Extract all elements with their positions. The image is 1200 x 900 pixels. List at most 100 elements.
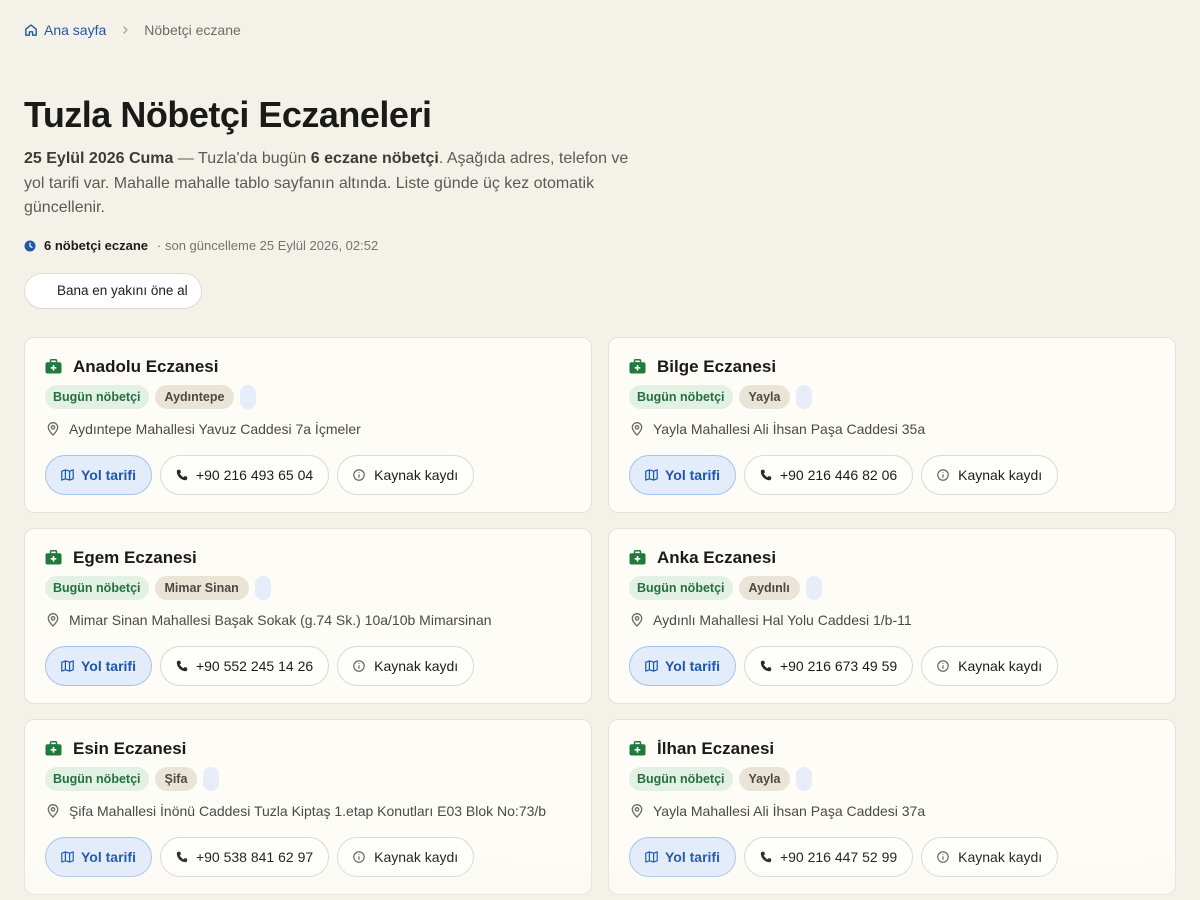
info-icon [353,468,365,481]
address-row: Yayla Mahallesi Ali İhsan Paşa Caddesi 3… [629,419,1155,439]
distance-badge [203,766,220,791]
first-aid-kit-icon [45,741,62,756]
source-record-button[interactable]: Kaynak kaydı [921,836,1059,877]
first-aid-kit-icon [629,359,646,374]
distance-badge [254,575,271,600]
breadcrumb: Ana sayfa Nöbetçi eczane [24,19,1176,41]
source-record-button[interactable]: Kaynak kaydı [337,836,475,877]
map-icon [61,659,74,672]
duty-badge: Bugün nöbetçi [629,766,733,791]
source-record-label: Kaynak kaydı [374,657,459,674]
intro-count: 6 eczane nöbetçi [310,150,439,167]
card-actions: Yol tarifi +90 216 446 82 06 Kaynak kayd… [629,454,1155,495]
page: Ana sayfa Nöbetçi eczane Tuzla Nöbetçi E… [0,19,1200,895]
phone-icon [760,660,772,671]
card-header: Anadolu Eczanesi [45,357,571,377]
duty-badge: Bugün nöbetçi [629,575,733,600]
call-button[interactable]: +90 216 447 52 99 [743,836,914,877]
duty-badge: Bugün nöbetçi [45,575,149,600]
map-pin-icon [47,421,59,436]
tag-row: Bugün nöbetçi Şifa [45,766,571,791]
call-button[interactable]: +90 552 245 14 26 [159,645,330,686]
source-record-button[interactable]: Kaynak kaydı [921,645,1059,686]
pharmacy-address: Aydınlı Mahallesi Hal Yolu Caddesi 1/b-1… [653,611,912,628]
map-pin-icon [631,803,643,818]
breadcrumb-home-link[interactable]: Ana sayfa [24,22,106,38]
pharmacy-address: Yayla Mahallesi Ali İhsan Paşa Caddesi 3… [653,802,926,819]
first-aid-kit-icon [45,359,62,374]
directions-button[interactable]: Yol tarifi [629,645,736,686]
source-record-label: Kaynak kaydı [374,848,459,865]
card-actions: Yol tarifi +90 552 245 14 26 Kaynak kayd… [45,645,571,686]
card-header: Egem Eczanesi [45,548,571,568]
pharmacy-address: Yayla Mahallesi Ali İhsan Paşa Caddesi 3… [653,420,926,437]
distance-badge [796,766,813,791]
pharmacy-name: Egem Eczanesi [73,547,197,567]
card-header: Anka Eczanesi [629,548,1155,568]
directions-button[interactable]: Yol tarifi [629,454,736,495]
first-aid-kit-icon [629,550,646,565]
tag-row: Bugün nöbetçi Mimar Sinan [45,575,571,600]
directions-button[interactable]: Yol tarifi [45,454,152,495]
first-aid-kit-icon [45,550,62,565]
tag-row: Bugün nöbetçi Yayla [629,384,1155,409]
breadcrumb-current: Nöbetçi eczane [144,22,241,38]
call-button[interactable]: +90 538 841 62 97 [159,836,330,877]
neighborhood-badge: Aydınlı [738,575,800,600]
address-row: Şifa Mahallesi İnönü Caddesi Tuzla Kipta… [45,801,571,821]
source-record-label: Kaynak kaydı [958,466,1043,483]
source-record-button[interactable]: Kaynak kaydı [921,454,1059,495]
directions-label: Yol tarifi [81,848,136,865]
phone-icon [176,851,188,862]
call-button[interactable]: +90 216 493 65 04 [159,454,330,495]
directions-button[interactable]: Yol tarifi [45,836,152,877]
map-pin-icon [47,612,59,627]
phone-number: +90 216 673 49 59 [779,657,898,674]
directions-label: Yol tarifi [665,657,720,674]
directions-button[interactable]: Yol tarifi [45,645,152,686]
page-title: Tuzla Nöbetçi Eczaneleri [24,94,432,135]
pharmacy-card: Anadolu Eczanesi Bugün nöbetçi Aydıntepe… [24,336,592,513]
phone-icon [176,469,188,480]
phone-number: +90 216 447 52 99 [779,848,898,865]
home-icon [25,24,37,36]
pharmacy-name: İlhan Eczanesi [657,738,775,758]
source-record-button[interactable]: Kaynak kaydı [337,645,475,686]
info-icon [353,659,365,672]
intro-part-1: — Tuzla'da bugün [173,150,311,167]
tag-row: Bugün nöbetçi Aydıntepe [45,384,571,409]
address-row: Yayla Mahallesi Ali İhsan Paşa Caddesi 3… [629,801,1155,821]
directions-label: Yol tarifi [665,848,720,865]
card-actions: Yol tarifi +90 216 493 65 04 Kaynak kayd… [45,454,571,495]
map-icon [645,659,658,672]
pharmacy-name: Bilge Eczanesi [657,356,777,376]
pharmacy-address: Mimar Sinan Mahallesi Başak Sokak (g.74 … [69,611,492,628]
pharmacy-name: Anka Eczanesi [657,547,777,567]
tag-row: Bugün nöbetçi Aydınlı [629,575,1155,600]
card-header: İlhan Eczanesi [629,739,1155,759]
info-icon [937,659,949,672]
info-icon [937,850,949,863]
phone-number: +90 216 493 65 04 [195,466,314,483]
duty-count-label: 6 nöbetçi eczane [44,238,149,253]
address-row: Aydıntepe Mahallesi Yavuz Caddesi 7a İçm… [45,419,571,439]
sort-by-nearest-button[interactable]: Bana en yakını öne al [24,272,202,309]
pharmacy-grid: Anadolu Eczanesi Bugün nöbetçi Aydıntepe… [24,336,1176,895]
card-actions: Yol tarifi +90 216 447 52 99 Kaynak kayd… [629,836,1155,877]
directions-button[interactable]: Yol tarifi [629,836,736,877]
neighborhood-badge: Yayla [738,384,791,409]
call-button[interactable]: +90 216 673 49 59 [743,645,914,686]
call-button[interactable]: +90 216 446 82 06 [743,454,914,495]
distance-badge [805,575,822,600]
pharmacy-address: Şifa Mahallesi İnönü Caddesi Tuzla Kipta… [69,802,547,819]
meta-row: 6 nöbetçi eczane · son güncelleme 25 Eyl… [24,236,1176,256]
phone-number: +90 216 446 82 06 [779,466,898,483]
neighborhood-badge: Mimar Sinan [154,575,249,600]
address-row: Aydınlı Mahallesi Hal Yolu Caddesi 1/b-1… [629,610,1155,630]
first-aid-kit-icon [629,741,646,756]
pharmacy-card: İlhan Eczanesi Bugün nöbetçi Yayla Yayla… [608,718,1176,895]
source-record-button[interactable]: Kaynak kaydı [337,454,475,495]
directions-label: Yol tarifi [81,657,136,674]
neighborhood-badge: Aydıntepe [154,384,235,409]
address-row: Mimar Sinan Mahallesi Başak Sokak (g.74 … [45,610,571,630]
